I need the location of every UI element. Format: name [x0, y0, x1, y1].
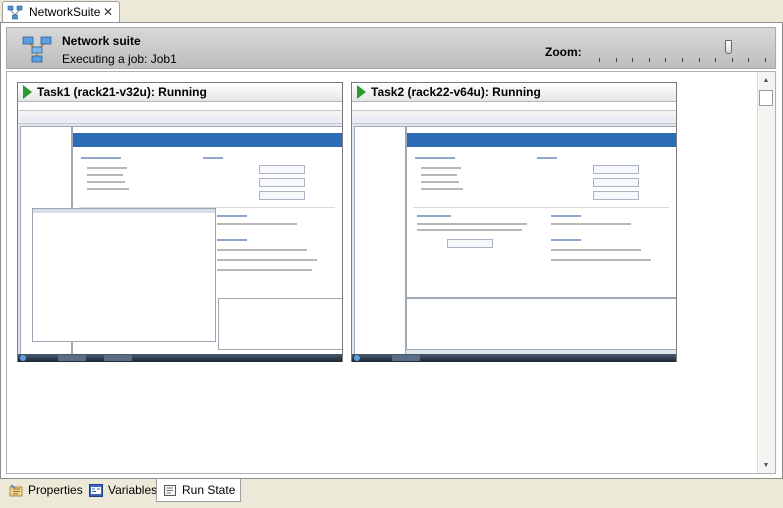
tab-variables[interactable]: Variables	[83, 480, 162, 500]
tab-label: Run State	[182, 483, 236, 497]
bottom-tab-bar: Properties Variables Run State	[0, 479, 783, 508]
remote-screen-thumbnail[interactable]	[352, 102, 676, 362]
network-suite-panel: Network suite Executing a job: Job1 Zoom…	[0, 22, 783, 479]
zoom-tick	[682, 58, 683, 62]
scrollbar-thumb[interactable]	[759, 90, 773, 106]
variables-icon	[89, 483, 103, 497]
tab-properties[interactable]: Properties	[3, 480, 88, 500]
tab-label: Properties	[28, 483, 83, 497]
zoom-tick	[648, 58, 650, 62]
zoom-tick	[765, 58, 766, 62]
tab-label: NetworkSuite	[29, 5, 101, 19]
zoom-tick	[715, 58, 717, 62]
task-title: Task2 (rack22-v64u): Running	[371, 85, 541, 99]
zoom-tick	[665, 58, 667, 62]
run-state-view: Task1 (rack21-v32u): Running Task2 (rack…	[6, 71, 776, 474]
zoom-tick	[615, 58, 617, 62]
zoom-label: Zoom:	[545, 45, 582, 59]
run-state-icon	[164, 484, 176, 496]
task-title-bar: Task2 (rack22-v64u): Running	[352, 83, 676, 102]
zoom-tick	[748, 58, 750, 62]
tab-run-state[interactable]: Run State	[156, 479, 242, 502]
zoom-tick	[599, 58, 600, 62]
zoom-slider-thumb[interactable]	[725, 40, 733, 54]
task-title: Task1 (rack21-v32u): Running	[37, 85, 207, 99]
task-card: Task1 (rack21-v32u): Running	[17, 82, 343, 362]
task-title-bar: Task1 (rack21-v32u): Running	[18, 83, 342, 102]
task-card: Task2 (rack22-v64u): Running	[351, 82, 677, 362]
tab-networksuite[interactable]: NetworkSuite ✕	[2, 1, 120, 22]
suite-header: Network suite Executing a job: Job1 Zoom…	[6, 27, 776, 69]
zoom-tick	[698, 58, 700, 62]
suite-title: Network suite	[62, 34, 141, 48]
scroll-down-icon[interactable]: ▼	[758, 457, 774, 473]
tab-label: Variables	[108, 483, 158, 497]
network-suite-icon	[22, 36, 52, 63]
zoom-tick	[731, 58, 733, 62]
close-icon[interactable]: ✕	[103, 5, 113, 19]
running-icon	[23, 85, 32, 99]
properties-icon	[9, 483, 23, 496]
zoom-slider[interactable]	[597, 36, 767, 64]
job-status: Executing a job: Job1	[62, 52, 177, 66]
scroll-up-icon[interactable]: ▲	[758, 72, 774, 88]
remote-screen-thumbnail[interactable]	[18, 102, 342, 362]
vertical-scrollbar[interactable]: ▲ ▼	[757, 72, 775, 473]
running-icon	[357, 85, 366, 99]
zoom-tick	[632, 58, 634, 62]
editor-tab-bar: NetworkSuite ✕	[0, 0, 783, 23]
network-icon	[7, 5, 23, 19]
